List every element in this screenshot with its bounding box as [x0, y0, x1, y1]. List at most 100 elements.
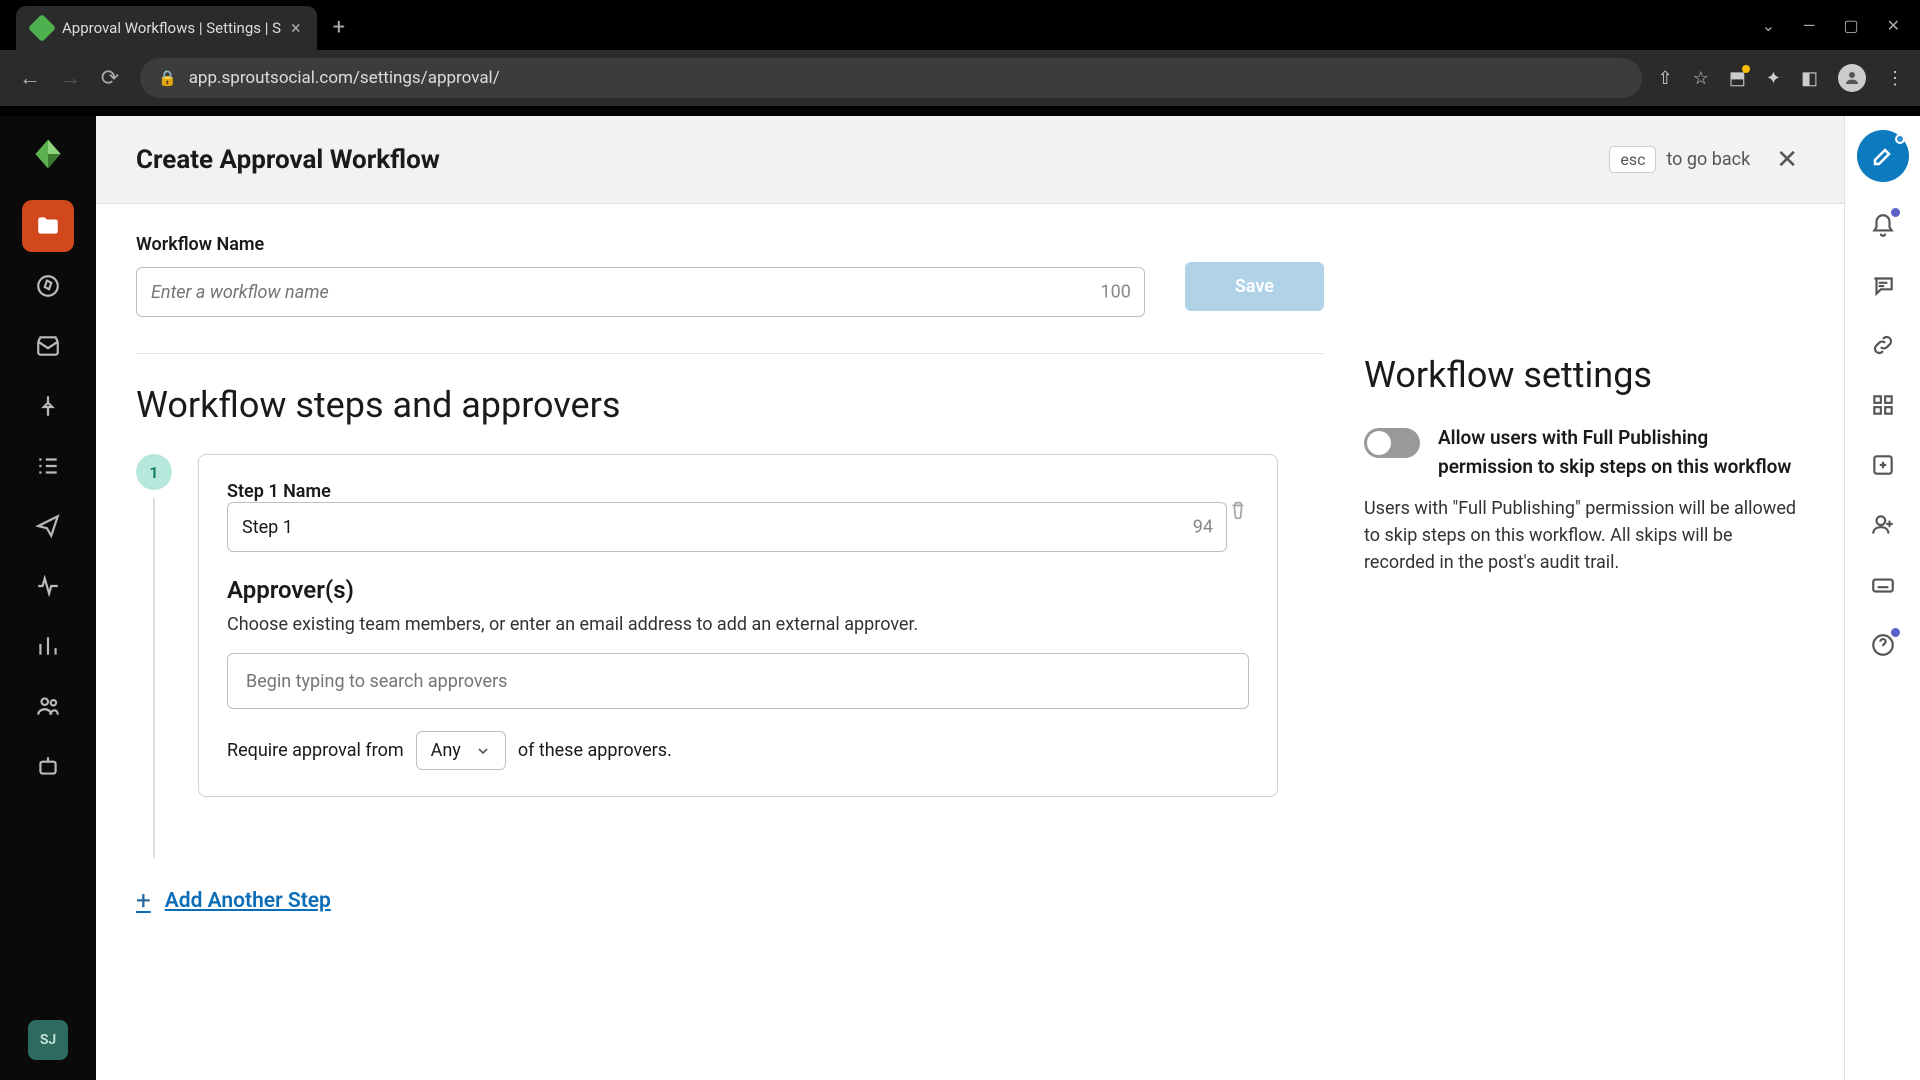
compose-button[interactable] [1857, 130, 1909, 182]
notification-dot [1891, 208, 1900, 217]
left-sidebar: SJ [0, 116, 96, 1080]
step-row: 1 Step 1 Name 94 [136, 454, 1324, 858]
skip-steps-setting: Allow users with Full Publishing permiss… [1364, 424, 1804, 481]
nav-reports-icon[interactable] [22, 620, 74, 672]
nav-pin-icon[interactable] [22, 380, 74, 432]
browser-toolbar: ← → ⟳ 🔒 app.sproutsocial.com/settings/ap… [0, 50, 1920, 106]
header-actions: esc to go back ✕ [1609, 139, 1804, 181]
minimize-icon[interactable]: — [1803, 16, 1816, 35]
sidepanel-icon[interactable]: ◧ [1801, 68, 1818, 89]
address-bar[interactable]: 🔒 app.sproutsocial.com/settings/approval… [140, 58, 1642, 98]
add-step-label: Add Another Step [165, 889, 331, 913]
maximize-icon[interactable]: ▢ [1843, 16, 1858, 35]
share-icon[interactable]: ⇧ [1658, 68, 1673, 89]
replies-icon[interactable] [1870, 272, 1896, 302]
nav-folder-icon[interactable] [22, 200, 74, 252]
grid-icon[interactable] [1870, 392, 1896, 422]
browser-tab[interactable]: Approval Workflows | Settings | S × [16, 6, 317, 50]
save-button[interactable]: Save [1185, 262, 1324, 311]
steps-section-title: Workflow steps and approvers [136, 384, 1324, 426]
nav-send-icon[interactable] [22, 500, 74, 552]
settings-title: Workflow settings [1364, 354, 1804, 396]
help-indicator-dot [1891, 628, 1900, 637]
new-tab-button[interactable]: + [333, 15, 345, 40]
nav-bot-icon[interactable] [22, 740, 74, 792]
extensions-icon[interactable]: ✦ [1766, 68, 1781, 89]
nav-pulse-icon[interactable] [22, 560, 74, 612]
nav-compass-icon[interactable] [22, 260, 74, 312]
link-icon[interactable] [1870, 332, 1896, 362]
tab-search-icon[interactable]: ⌄ [1762, 16, 1775, 35]
profile-icon[interactable] [1838, 64, 1866, 92]
step-connector-line [153, 498, 155, 858]
page-title: Create Approval Workflow [136, 145, 440, 175]
setting-text: Allow users with Full Publishing permiss… [1438, 424, 1804, 481]
workflow-name-charcount: 100 [1101, 282, 1131, 303]
browser-chrome: Approval Workflows | Settings | S × + ⌄ … [0, 0, 1920, 116]
help-icon[interactable] [1870, 632, 1896, 662]
toggle-knob [1367, 431, 1391, 455]
approvers-help-text: Choose existing team members, or enter a… [227, 614, 1249, 635]
step-name-label: Step 1 Name [227, 481, 1227, 502]
workflow-name-input[interactable] [136, 267, 1145, 317]
add-step-button[interactable]: + Add Another Step [136, 886, 1324, 916]
left-column: Workflow Name 100 Save Workflow steps an… [136, 234, 1324, 1050]
right-sidebar [1844, 116, 1920, 1080]
menu-icon[interactable]: ⋮ [1886, 68, 1904, 89]
step-number-column: 1 [136, 454, 172, 858]
extension-icon[interactable]: ⬒ [1729, 68, 1746, 89]
back-icon[interactable]: ← [16, 65, 44, 91]
approvers-title: Approver(s) [227, 576, 1249, 604]
page-header: Create Approval Workflow esc to go back … [96, 116, 1844, 204]
step-name-input-wrap: 94 [227, 502, 1227, 552]
esc-hint: esc to go back [1609, 146, 1750, 173]
browser-tabs: Approval Workflows | Settings | S × + [8, 0, 345, 50]
nav-people-icon[interactable] [22, 680, 74, 732]
browser-titlebar: Approval Workflows | Settings | S × + ⌄ … [0, 0, 1920, 50]
sprout-favicon-icon [28, 14, 56, 42]
nav-list-icon[interactable] [22, 440, 74, 492]
require-approval-row: Require approval from Any of these appro… [227, 731, 1249, 770]
reload-icon[interactable]: ⟳ [96, 66, 124, 91]
require-count-select[interactable]: Any [416, 731, 506, 770]
tab-title: Approval Workflows | Settings | S [62, 19, 281, 37]
nav-inbox-icon[interactable] [22, 320, 74, 372]
forward-icon[interactable]: → [56, 65, 84, 91]
require-prefix-text: Require approval from [227, 740, 404, 761]
workflow-name-section: Workflow Name 100 Save [136, 234, 1324, 354]
toolbar-icons: ⇧ ☆ ⬒ ✦ ◧ ⋮ [1658, 64, 1904, 92]
workflow-name-input-wrap: 100 [136, 267, 1145, 317]
notifications-icon[interactable] [1870, 212, 1896, 242]
window-controls: ⌄ — ▢ ✕ [1762, 16, 1912, 35]
setting-label: Allow users with Full Publishing permiss… [1438, 424, 1804, 481]
setting-description: Users with "Full Publishing" permission … [1364, 495, 1804, 576]
settings-column: Workflow settings Allow users with Full … [1324, 234, 1804, 1050]
close-window-icon[interactable]: ✕ [1887, 16, 1900, 35]
close-icon[interactable]: ✕ [1770, 139, 1804, 181]
step-card: Step 1 Name 94 Approver(s) Ch [198, 454, 1278, 797]
add-panel-icon[interactable] [1870, 452, 1896, 482]
skip-steps-toggle[interactable] [1364, 428, 1420, 458]
delete-step-icon[interactable] [1227, 499, 1249, 525]
sprout-logo-icon[interactable] [24, 130, 72, 178]
require-select-value: Any [431, 740, 461, 761]
app: SJ Create Approval Workflow esc to go ba… [0, 116, 1920, 1080]
approvers-search-input[interactable] [227, 653, 1249, 709]
keyboard-icon[interactable] [1870, 572, 1896, 602]
nav-buttons: ← → ⟳ [16, 65, 124, 91]
step-card-header: Step 1 Name 94 [227, 481, 1249, 552]
step-name-input[interactable] [227, 502, 1227, 552]
require-suffix-text: of these approvers. [518, 740, 672, 761]
workflow-name-label: Workflow Name [136, 234, 1145, 255]
lock-icon: 🔒 [158, 69, 177, 87]
content-body: Workflow Name 100 Save Workflow steps an… [96, 204, 1844, 1080]
esc-key-badge: esc [1609, 146, 1656, 173]
chevron-down-icon [475, 743, 491, 759]
step-number-badge: 1 [136, 454, 172, 490]
close-tab-icon[interactable]: × [291, 18, 301, 39]
bookmark-icon[interactable]: ☆ [1693, 68, 1709, 89]
add-user-icon[interactable] [1870, 512, 1896, 542]
plus-icon: + [136, 886, 151, 916]
user-avatar[interactable]: SJ [28, 1020, 68, 1060]
step-name-charcount: 94 [1193, 517, 1213, 538]
